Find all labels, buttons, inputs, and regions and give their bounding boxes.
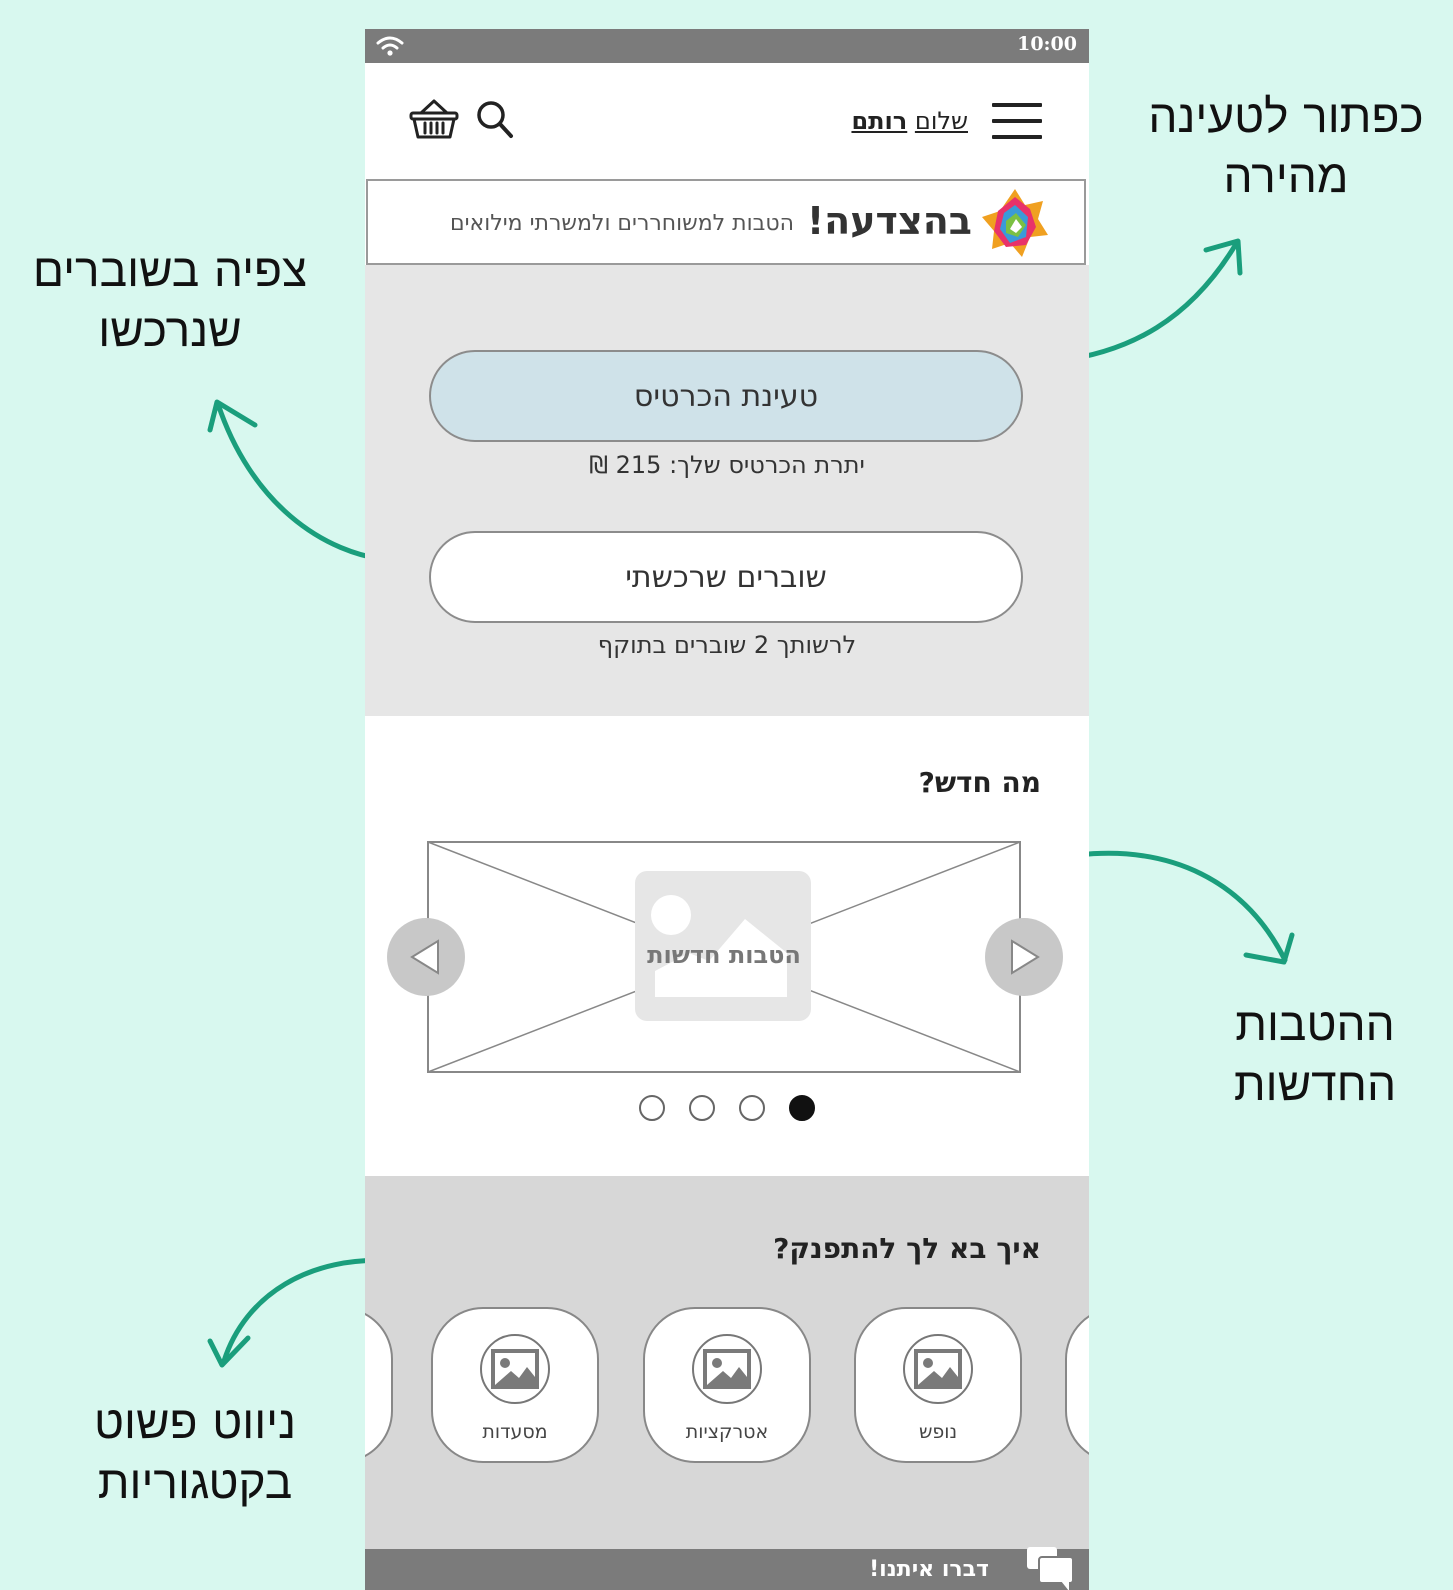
- hamburger-menu-icon[interactable]: [992, 103, 1042, 139]
- basket-icon[interactable]: [409, 97, 459, 141]
- card-actions-section: טעינת הכרטיס יתרת הכרטיס שלך: 215 ₪ שובר…: [365, 265, 1089, 716]
- load-card-button[interactable]: טעינת הכרטיס: [429, 350, 1023, 442]
- image-icon: [903, 1334, 973, 1404]
- annotation-view-vouchers: צפיה בשוברים שנרכשו: [10, 240, 330, 360]
- triangle-right-icon: [1011, 939, 1040, 975]
- annotation-line: החדשות: [1233, 1057, 1397, 1111]
- status-time: 10:00: [1017, 33, 1077, 55]
- arrow-category-nav-head: [207, 1335, 251, 1368]
- carousel-dot-4[interactable]: [639, 1095, 665, 1121]
- user-greeting[interactable]: שלום רותם: [851, 107, 968, 135]
- carousel-prev-button[interactable]: [387, 918, 465, 996]
- app-header: שלום רותם: [365, 63, 1089, 179]
- banner-title: בהצדעה!: [806, 199, 972, 243]
- annotation-line: ההטבות: [1235, 997, 1395, 1051]
- category-card-attractions[interactable]: אטרקציות: [643, 1307, 811, 1463]
- annotation-line: כפתור לטעינה: [1148, 89, 1424, 143]
- carousel-dot-2[interactable]: [739, 1095, 765, 1121]
- annotation-line: שנרכשו: [98, 303, 242, 357]
- star-logo-icon: [982, 189, 1048, 257]
- category-card-vacation[interactable]: נופש: [854, 1307, 1022, 1463]
- triangle-left-icon: [410, 939, 439, 975]
- arrow-quick-load-head: [1203, 238, 1243, 276]
- category-card-restaurants[interactable]: מסעדות: [431, 1307, 599, 1463]
- carousel-label: הטבות חדשות: [647, 941, 801, 969]
- category-label: אטרקציות: [685, 1421, 769, 1443]
- annotation-category-nav: ניווט פשוט בקטגוריות: [60, 1392, 330, 1512]
- status-bar: 10:00: [365, 29, 1089, 63]
- category-label: נופש: [918, 1421, 958, 1443]
- category-card-partial[interactable]: [365, 1307, 393, 1463]
- category-label: מסעדות: [482, 1421, 548, 1443]
- phone-screen: 10:00 שלום רותם בהצדעה! הטבות למשוחררים …: [365, 29, 1089, 1590]
- annotation-quick-load: כפתור לטעינה מהירה: [1130, 86, 1442, 206]
- image-icon: [692, 1334, 762, 1404]
- carousel-dot-1[interactable]: [789, 1095, 815, 1121]
- whats-new-section: מה חדש? הטבות חדשות: [365, 716, 1089, 1176]
- arrow-view-vouchers-head: [207, 399, 258, 433]
- whats-new-title: מה חדש?: [918, 766, 1041, 799]
- vouchers-count-text: לרשותך 2 שוברים בתוקף: [597, 631, 857, 659]
- annotation-line: מהירה: [1223, 149, 1349, 203]
- wifi-icon: [376, 36, 404, 56]
- chat-bubbles-icon: [1027, 1547, 1074, 1590]
- carousel-dot-3[interactable]: [689, 1095, 715, 1121]
- my-vouchers-button[interactable]: שוברים שרכשתי: [429, 531, 1023, 623]
- search-icon[interactable]: [475, 99, 515, 141]
- contact-footer[interactable]: דברו איתנו!: [365, 1547, 1089, 1590]
- promo-banner[interactable]: בהצדעה! הטבות למשוחררים ולמשרתי מילואים: [366, 179, 1086, 265]
- categories-title: איך בא לך להתפנק?: [773, 1232, 1041, 1265]
- greeting-hello: שלום: [914, 107, 968, 135]
- annotation-new-benefits: ההטבות החדשות: [1205, 994, 1425, 1114]
- banner-subtitle: הטבות למשוחררים ולמשרתי מילואים: [450, 211, 794, 236]
- benefits-carousel[interactable]: הטבות חדשות: [427, 841, 1021, 1073]
- arrow-new-benefits-head: [1243, 932, 1295, 965]
- annotation-line: ניווט פשוט: [93, 1395, 296, 1449]
- carousel-next-button[interactable]: [985, 918, 1063, 996]
- annotation-line: צפיה בשוברים: [32, 243, 308, 297]
- card-balance-text: יתרת הכרטיס שלך: 215 ₪: [589, 451, 865, 479]
- annotation-line: בקטגוריות: [97, 1455, 293, 1509]
- arrow-new-benefits: [1075, 850, 1288, 963]
- image-icon: [480, 1334, 550, 1404]
- greeting-name: רותם: [851, 107, 908, 135]
- categories-section: איך בא לך להתפנק? מסעדות אטרקציות נופש: [365, 1176, 1089, 1549]
- contact-us-text: דברו איתנו!: [869, 1557, 989, 1582]
- category-card-partial[interactable]: [1065, 1307, 1089, 1463]
